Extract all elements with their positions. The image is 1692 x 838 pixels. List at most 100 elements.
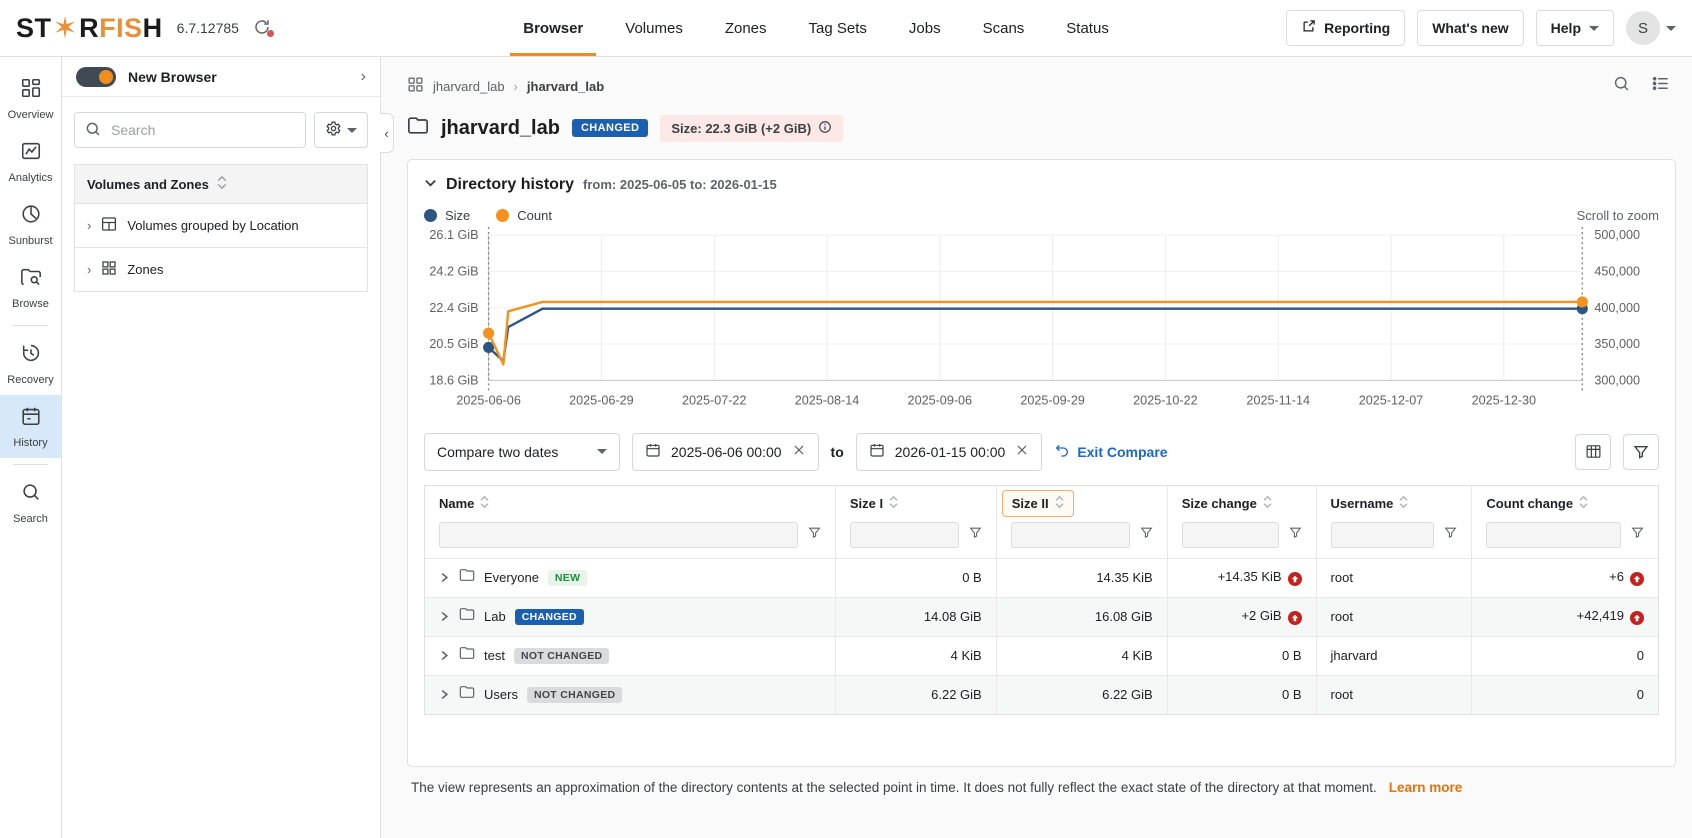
sidebar-item-search[interactable]: Search xyxy=(0,471,61,534)
filter-funnel-icon[interactable] xyxy=(1444,526,1457,544)
new-browser-toggle[interactable] xyxy=(76,67,116,87)
refresh-icon[interactable] xyxy=(253,18,273,38)
svg-text:2025-11-14: 2025-11-14 xyxy=(1246,394,1310,408)
avatar[interactable]: S xyxy=(1626,11,1660,45)
table-row-test[interactable]: testNOT CHANGED4 KiB4 KiB0 Bjharvard0 xyxy=(425,636,1658,675)
column-header-size-change[interactable]: Size change xyxy=(1167,486,1316,516)
help-button[interactable]: Help xyxy=(1536,10,1614,46)
clear-icon[interactable] xyxy=(1015,443,1029,460)
volume-search-input[interactable] xyxy=(74,112,306,148)
filter-funnel-icon[interactable] xyxy=(1631,526,1644,544)
exit-compare-link[interactable]: Exit Compare xyxy=(1054,442,1167,461)
history-icon xyxy=(20,405,42,432)
user-menu[interactable]: S xyxy=(1626,11,1676,45)
sort-icon[interactable] xyxy=(480,495,489,512)
sort-icon[interactable] xyxy=(1579,495,1588,512)
tree-item-zones[interactable]: ›Zones xyxy=(75,247,367,291)
panel-search-row xyxy=(74,112,368,148)
refresh-alert-dot xyxy=(267,30,274,37)
to-label: to xyxy=(831,444,844,460)
tab-scans[interactable]: Scans xyxy=(962,0,1046,56)
breadcrumb-item-volume[interactable]: jharvard_lab xyxy=(433,79,505,94)
filter-funnel-icon[interactable] xyxy=(808,526,821,544)
logo-text-st: ST xyxy=(16,13,52,44)
filter-input-size-i[interactable] xyxy=(850,522,959,548)
panel-settings-button[interactable] xyxy=(314,112,368,148)
date-to-field[interactable]: 2026-01-15 00:00 xyxy=(856,433,1043,471)
column-header-size-i[interactable]: Size I xyxy=(835,486,996,516)
table-row-users[interactable]: UsersNOT CHANGED6.22 GiB6.22 GiB0 Broot0 xyxy=(425,675,1658,714)
table-row-lab[interactable]: LabCHANGED14.08 GiB16.08 GiB+2 GiBroot+4… xyxy=(425,597,1658,636)
filter-input-username[interactable] xyxy=(1331,522,1435,548)
sort-icon[interactable] xyxy=(1399,495,1408,512)
compare-mode-select[interactable]: Compare two dates xyxy=(424,433,620,471)
expand-row-icon[interactable] xyxy=(439,609,450,625)
filter-input-count-change[interactable] xyxy=(1486,522,1621,548)
chevron-right-icon: › xyxy=(514,79,518,94)
sidebar-item-sunburst[interactable]: Sunburst xyxy=(0,193,61,256)
filter-cell-size-i xyxy=(835,516,996,559)
svg-text:22.4 GiB: 22.4 GiB xyxy=(429,301,478,315)
sort-icon xyxy=(217,175,227,193)
tab-browser[interactable]: Browser xyxy=(502,0,604,56)
chevron-right-icon[interactable]: › xyxy=(361,68,366,86)
filter-funnel-icon[interactable] xyxy=(1140,526,1153,544)
list-view-icon[interactable] xyxy=(1651,74,1670,98)
filter-button[interactable] xyxy=(1623,434,1659,470)
legend-item-size[interactable]: Size xyxy=(424,208,470,223)
breadcrumb-item-current[interactable]: jharvard_lab xyxy=(527,79,604,94)
sidebar-item-overview[interactable]: Overview xyxy=(0,67,61,130)
tab-tag-sets[interactable]: Tag Sets xyxy=(788,0,888,56)
reporting-button[interactable]: Reporting xyxy=(1286,10,1405,46)
sidebar-item-recovery[interactable]: Recovery xyxy=(0,332,61,395)
column-header-name[interactable]: Name xyxy=(425,486,835,516)
tree-header[interactable]: Volumes and Zones xyxy=(75,165,367,203)
date-from-field[interactable]: 2025-06-06 00:00 xyxy=(632,433,819,471)
size-change-cell: +2 GiB xyxy=(1167,597,1316,636)
expand-row-icon[interactable] xyxy=(439,648,450,664)
new-browser-label: New Browser xyxy=(128,69,349,85)
column-settings-button[interactable] xyxy=(1575,434,1611,470)
learn-more-link[interactable]: Learn more xyxy=(1389,780,1463,795)
sort-icon[interactable] xyxy=(1263,495,1272,512)
expand-row-icon[interactable] xyxy=(439,570,450,586)
tab-volumes[interactable]: Volumes xyxy=(604,0,704,56)
filter-input-name[interactable] xyxy=(439,522,798,548)
sidebar-item-browse[interactable]: Browse xyxy=(0,256,61,319)
status-badge: NOT CHANGED xyxy=(514,648,609,664)
info-icon[interactable] xyxy=(818,120,832,137)
clear-icon[interactable] xyxy=(792,443,806,460)
sidebar-item-history[interactable]: History xyxy=(0,395,61,458)
filter-funnel-icon[interactable] xyxy=(969,526,982,544)
expand-row-icon[interactable] xyxy=(439,687,450,703)
whats-new-button[interactable]: What's new xyxy=(1417,10,1523,46)
tab-zones[interactable]: Zones xyxy=(704,0,788,56)
sort-icon[interactable] xyxy=(889,495,898,512)
left-icon-rail: OverviewAnalyticsSunburstBrowse RecoveryH… xyxy=(0,57,62,838)
tab-status[interactable]: Status xyxy=(1045,0,1130,56)
directory-history-chart[interactable]: 26.1 GiB500,00024.2 GiB450,00022.4 GiB40… xyxy=(424,227,1659,421)
column-header-count-change[interactable]: Count change xyxy=(1472,486,1658,516)
filter-input-size-ii[interactable] xyxy=(1011,522,1130,548)
column-header-size-ii[interactable]: Size II xyxy=(996,486,1167,516)
legend-dot xyxy=(424,209,437,222)
filter-input-size-change[interactable] xyxy=(1182,522,1279,548)
gear-icon xyxy=(325,120,342,140)
column-header-username[interactable]: Username xyxy=(1316,486,1472,516)
filter-funnel-icon[interactable] xyxy=(1289,526,1302,544)
table-row-everyone[interactable]: EveryoneNEW0 B14.35 KiB+14.35 KiBroot+6 xyxy=(425,558,1658,597)
tree-item-volumes-grouped-by-location[interactable]: ›Volumes grouped by Location xyxy=(75,203,367,247)
starfish-star-icon: ✶ xyxy=(53,11,79,46)
chevron-right-icon[interactable]: › xyxy=(87,262,91,277)
chevron-right-icon[interactable]: › xyxy=(87,218,91,233)
tab-jobs[interactable]: Jobs xyxy=(888,0,962,56)
search-icon[interactable] xyxy=(1612,74,1631,98)
calendar-icon xyxy=(645,442,661,461)
legend-item-count[interactable]: Count xyxy=(496,208,552,223)
sort-icon[interactable] xyxy=(1055,495,1064,512)
collapse-panel-button[interactable]: ‹ xyxy=(380,113,394,153)
sidebar-item-analytics[interactable]: Analytics xyxy=(0,130,61,193)
svg-text:2025-10-22: 2025-10-22 xyxy=(1133,394,1198,408)
collapse-section-icon[interactable] xyxy=(424,176,437,194)
status-badge: NOT CHANGED xyxy=(527,687,622,703)
